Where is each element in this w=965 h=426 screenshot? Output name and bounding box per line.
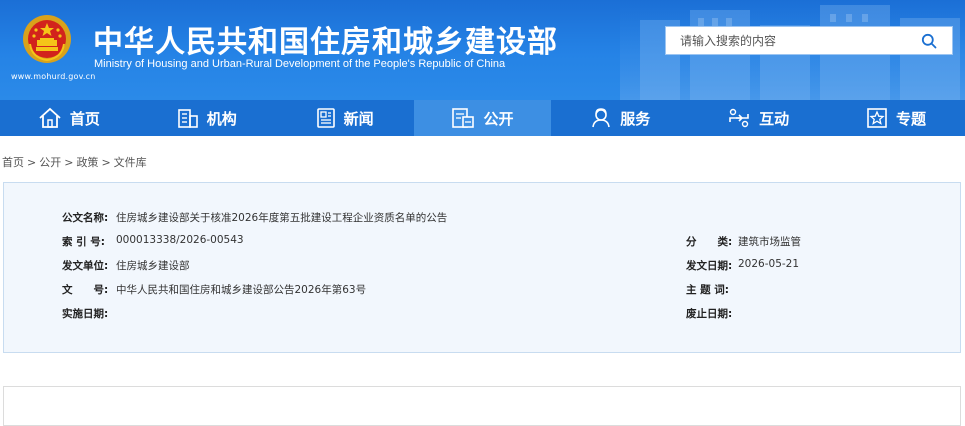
- search-box: [665, 26, 953, 55]
- doc-number-value: 中华人民共和国住房和城乡建设部公告2026年第63号: [116, 284, 367, 296]
- document-info-panel: 公文名称: 住房城乡建设部关于核准2026年度第五批建设工程企业资质名单的公告 …: [3, 182, 961, 353]
- nav-item-service[interactable]: 服务: [551, 100, 689, 136]
- national-emblem-icon: [23, 15, 71, 63]
- search-icon: [921, 33, 937, 48]
- nav-label-interact: 互动: [759, 109, 790, 128]
- nav-item-home[interactable]: 首页: [0, 100, 138, 136]
- doc-name-label: 公文名称:: [62, 212, 109, 224]
- doc-issuer-value: 住房城乡建设部: [116, 260, 190, 272]
- breadcrumb-home[interactable]: 首页: [2, 156, 24, 169]
- nav-label-service: 服务: [620, 109, 651, 128]
- doc-index-value: 000013338/2026-00543: [116, 234, 244, 246]
- site-title-cn[interactable]: 中华人民共和国住房和城乡建设部: [93, 17, 558, 61]
- nav-label-public: 公开: [483, 109, 514, 128]
- breadcrumb-separator: >: [27, 156, 37, 169]
- info-row-issuer: 发文单位: 住房城乡建设部 发文日期: 2026-05-21: [4, 258, 962, 274]
- site-header: www.mohurd.gov.cn 中华人民共和国住房和城乡建设部 Minist…: [0, 0, 965, 100]
- breadcrumb-public[interactable]: 公开: [39, 156, 61, 169]
- search-button[interactable]: [906, 27, 952, 54]
- breadcrumb: 首页 > 公开 > 政策 > 文件库: [2, 154, 147, 170]
- doc-date-value: 2026-05-21: [738, 258, 800, 270]
- doc-number-label: 文 号:: [62, 284, 109, 296]
- doc-category-label: 分 类:: [686, 236, 733, 248]
- doc-repeal-label: 废止日期:: [686, 308, 733, 320]
- doc-subject-label: 主 题 词:: [686, 284, 730, 296]
- nav-item-topics[interactable]: 专题: [827, 100, 965, 136]
- news-icon: [316, 108, 335, 128]
- site-title-en: Ministry of Housing and Urban-Rural Deve…: [94, 58, 506, 70]
- site-url[interactable]: www.mohurd.gov.cn: [11, 72, 96, 81]
- doc-category-value: 建筑市场监管: [738, 236, 801, 248]
- nav-item-agency[interactable]: 机构: [138, 100, 276, 136]
- building-icon: [177, 109, 198, 128]
- nav-label-news: 新闻: [343, 109, 374, 128]
- nav-item-news[interactable]: 新闻: [276, 100, 414, 136]
- nav-label-topics: 专题: [895, 109, 926, 128]
- interaction-icon: [729, 108, 749, 128]
- info-row-dates: 实施日期: 废止日期:: [4, 306, 962, 322]
- doc-name-value: 住房城乡建设部关于核准2026年度第五批建设工程企业资质名单的公告: [116, 212, 448, 224]
- doc-index-label: 索 引 号:: [62, 236, 106, 248]
- doc-effective-label: 实施日期:: [62, 308, 109, 320]
- search-input[interactable]: [666, 27, 906, 54]
- person-service-icon: [592, 108, 611, 128]
- info-row-docno: 文 号: 中华人民共和国住房和城乡建设部公告2026年第63号 主 题 词:: [4, 282, 962, 298]
- star-topic-icon: [867, 108, 887, 128]
- home-icon: [39, 107, 61, 128]
- nav-item-interact[interactable]: 互动: [689, 100, 827, 136]
- breadcrumb-separator: >: [64, 156, 74, 169]
- doc-date-label: 发文日期:: [686, 260, 733, 272]
- nav-item-public[interactable]: 公开: [413, 100, 552, 136]
- breadcrumb-policy[interactable]: 政策: [76, 156, 98, 169]
- document-content-panel: [3, 386, 961, 426]
- nav-label-home: 首页: [69, 109, 100, 128]
- breadcrumb-separator: >: [101, 156, 111, 169]
- info-row-index: 索 引 号: 000013338/2026-00543 分 类: 建筑市场监管: [4, 234, 962, 250]
- doc-issuer-label: 发文单位:: [62, 260, 109, 272]
- breadcrumb-library[interactable]: 文件库: [114, 156, 147, 169]
- nav-label-agency: 机构: [206, 109, 237, 128]
- main-nav: 首页 机构 新闻 公开 服务 互动 专题: [0, 100, 965, 136]
- document-icon: [452, 108, 475, 128]
